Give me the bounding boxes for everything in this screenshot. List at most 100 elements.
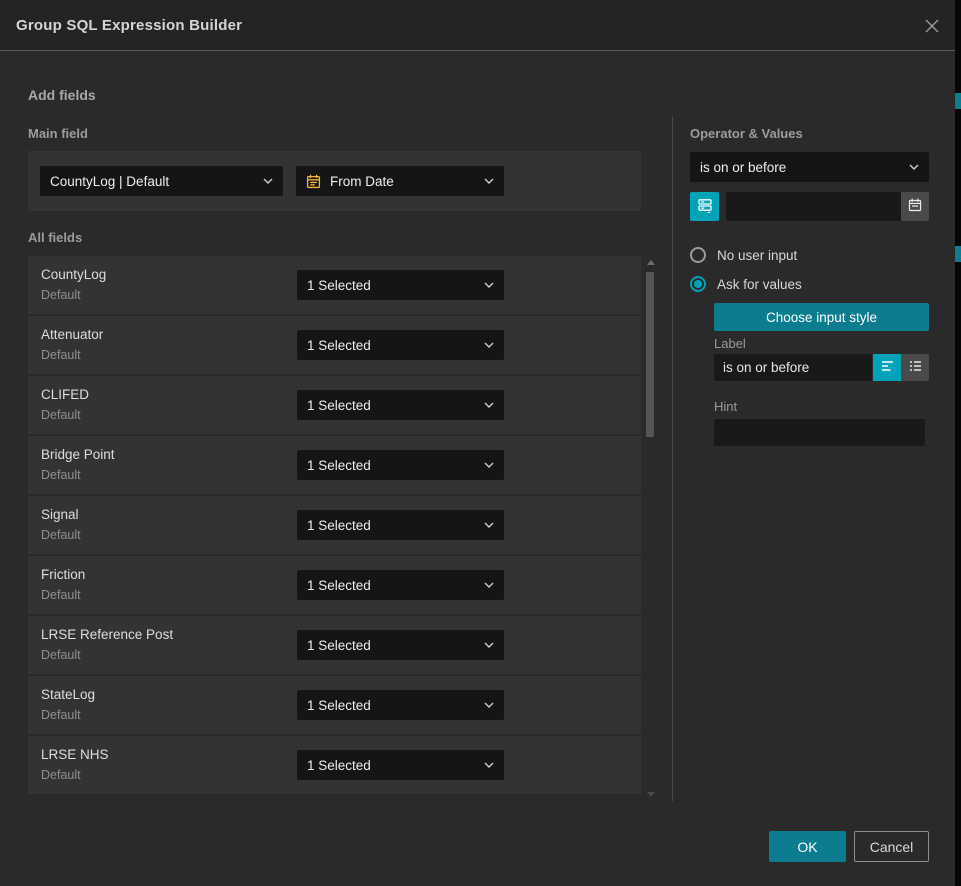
chevron-down-icon xyxy=(484,702,494,708)
field-subtitle: Default xyxy=(41,408,81,422)
chevron-down-icon xyxy=(484,522,494,528)
field-row: Signal Default 1 Selected xyxy=(28,496,641,554)
cancel-button[interactable]: Cancel xyxy=(854,831,929,862)
radio-ask-for-values[interactable]: Ask for values xyxy=(690,274,929,294)
field-values-dropdown[interactable]: 1 Selected xyxy=(297,750,504,780)
label-input[interactable] xyxy=(714,354,872,381)
edge-accent-mark xyxy=(955,93,961,109)
page-edge-strip xyxy=(955,0,961,886)
operator-dropdown-value: is on or before xyxy=(700,160,901,175)
field-row: Bridge Point Default 1 Selected xyxy=(28,436,641,494)
chevron-down-icon xyxy=(484,402,494,408)
all-fields-heading: All fields xyxy=(28,230,82,245)
chevron-down-icon xyxy=(484,342,494,348)
value-type-toggle-button[interactable] xyxy=(690,192,719,221)
value-list-icon xyxy=(697,197,713,216)
field-name: Bridge Point xyxy=(41,447,115,462)
calendar-picker-button[interactable] xyxy=(901,192,929,221)
field-values-dropdown[interactable]: 1 Selected xyxy=(297,570,504,600)
field-name: LRSE Reference Post xyxy=(41,627,173,642)
field-subtitle: Default xyxy=(41,348,81,362)
bulleted-list-icon xyxy=(908,359,923,376)
field-values-dropdown-value: 1 Selected xyxy=(307,638,476,653)
field-name: StateLog xyxy=(41,687,95,702)
choose-input-style-button[interactable]: Choose input style xyxy=(714,303,929,331)
all-fields-list: CountyLog Default 1 Selected Attenuator … xyxy=(28,256,641,796)
chevron-down-icon xyxy=(484,642,494,648)
chevron-down-icon xyxy=(484,282,494,288)
field-name: CLIFED xyxy=(41,387,89,402)
calendar-icon xyxy=(306,174,321,189)
field-values-dropdown-value: 1 Selected xyxy=(307,278,476,293)
radio-circle-icon xyxy=(690,276,706,292)
field-subtitle: Default xyxy=(41,468,81,482)
field-row: Attenuator Default 1 Selected xyxy=(28,316,641,374)
field-name: Attenuator xyxy=(41,327,103,342)
chevron-down-icon xyxy=(484,462,494,468)
chevron-down-icon xyxy=(909,164,919,170)
field-subtitle: Default xyxy=(41,648,81,662)
operator-dropdown[interactable]: is on or before xyxy=(690,152,929,182)
field-row: StateLog Default 1 Selected xyxy=(28,676,641,734)
calendar-icon xyxy=(908,198,922,215)
chevron-down-icon xyxy=(484,762,494,768)
field-values-dropdown-value: 1 Selected xyxy=(307,338,476,353)
dialog-title: Group SQL Expression Builder xyxy=(0,17,242,34)
field-subtitle: Default xyxy=(41,288,81,302)
field-row: LRSE Reference Post Default 1 Selected xyxy=(28,616,641,674)
add-fields-heading: Add fields xyxy=(28,87,96,103)
field-values-dropdown[interactable]: 1 Selected xyxy=(297,270,504,300)
field-values-dropdown[interactable]: 1 Selected xyxy=(297,330,504,360)
scrollbar-up-arrow-icon[interactable] xyxy=(647,260,655,265)
main-field-dropdown[interactable]: From Date xyxy=(296,166,504,196)
radio-ask-for-values-label: Ask for values xyxy=(717,277,802,292)
date-value-input[interactable] xyxy=(726,192,901,221)
field-subtitle: Default xyxy=(41,768,81,782)
radio-no-user-input[interactable]: No user input xyxy=(690,245,929,265)
field-values-dropdown[interactable]: 1 Selected xyxy=(297,510,504,540)
field-values-dropdown-value: 1 Selected xyxy=(307,398,476,413)
field-row: CLIFED Default 1 Selected xyxy=(28,376,641,434)
dialog-titlebar: Group SQL Expression Builder xyxy=(0,0,955,51)
label-style-list-button[interactable] xyxy=(901,354,929,381)
radio-no-user-input-label: No user input xyxy=(717,248,797,263)
field-subtitle: Default xyxy=(41,588,81,602)
field-name: Friction xyxy=(41,567,85,582)
field-values-dropdown[interactable]: 1 Selected xyxy=(297,450,504,480)
value-entry-row xyxy=(690,192,929,221)
chevron-down-icon xyxy=(484,178,494,184)
field-values-dropdown[interactable]: 1 Selected xyxy=(297,690,504,720)
align-left-icon xyxy=(880,359,895,376)
main-layer-dropdown-value: CountyLog | Default xyxy=(50,174,255,189)
ok-button[interactable]: OK xyxy=(769,831,846,862)
scrollbar-down-arrow-icon[interactable] xyxy=(647,792,655,797)
main-field-heading: Main field xyxy=(28,126,88,141)
field-name: Signal xyxy=(41,507,79,522)
field-values-dropdown-value: 1 Selected xyxy=(307,578,476,593)
main-field-dropdown-value: From Date xyxy=(330,174,476,189)
operator-values-heading: Operator & Values xyxy=(690,126,803,141)
field-values-dropdown-value: 1 Selected xyxy=(307,758,476,773)
field-subtitle: Default xyxy=(41,528,81,542)
label-style-text-button[interactable] xyxy=(873,354,901,381)
field-values-dropdown-value: 1 Selected xyxy=(307,698,476,713)
field-row: LRSE NHS Default 1 Selected xyxy=(28,736,641,794)
field-name: CountyLog xyxy=(41,267,106,282)
main-field-panel: CountyLog | Default From Date xyxy=(28,151,641,211)
hint-input[interactable] xyxy=(714,419,925,446)
field-row: Friction Default 1 Selected xyxy=(28,556,641,614)
chevron-down-icon xyxy=(484,582,494,588)
edge-accent-mark xyxy=(955,246,961,262)
group-sql-expression-builder-dialog: Group SQL Expression Builder Add fields … xyxy=(0,0,955,886)
list-scrollbar[interactable] xyxy=(645,256,657,801)
main-layer-dropdown[interactable]: CountyLog | Default xyxy=(40,166,283,196)
close-icon[interactable] xyxy=(923,17,941,35)
field-values-dropdown[interactable]: 1 Selected xyxy=(297,390,504,420)
chevron-down-icon xyxy=(263,178,273,184)
field-subtitle: Default xyxy=(41,708,81,722)
scrollbar-thumb[interactable] xyxy=(646,272,654,437)
field-values-dropdown-value: 1 Selected xyxy=(307,458,476,473)
label-caption: Label xyxy=(714,336,746,351)
hint-caption: Hint xyxy=(714,399,737,414)
field-values-dropdown[interactable]: 1 Selected xyxy=(297,630,504,660)
